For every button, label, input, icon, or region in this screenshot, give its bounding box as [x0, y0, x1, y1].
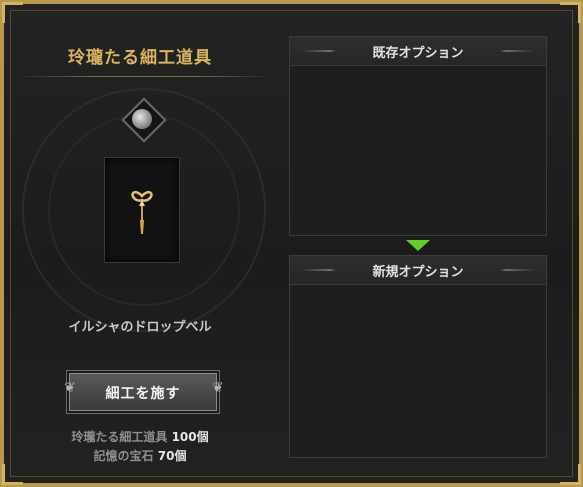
cost-line: 記憶の宝石 70個 — [40, 447, 240, 464]
frame-corner-ornament — [2, 2, 23, 23]
frame-corner-ornament — [560, 464, 581, 485]
item-slot[interactable] — [104, 157, 180, 263]
existing-options-panel: 既存オプション — [289, 36, 547, 236]
cost-line: 玲瓏たる細工道具 100個 — [40, 428, 240, 445]
tool-title: 玲瓏たる細工道具 — [68, 48, 212, 68]
cost-label: 玲瓏たる細工道具 — [71, 430, 168, 444]
memory-gem-icon[interactable] — [132, 109, 152, 129]
panel-header: 既存オプション — [290, 37, 546, 66]
frame-corner-ornament — [2, 464, 23, 485]
drop-bell-icon — [131, 190, 153, 234]
header-ornament-icon — [500, 50, 536, 52]
new-options-panel: 新規オプション — [289, 255, 547, 458]
panel-header: 新規オプション — [290, 256, 546, 285]
button-ornament-right: ❦ — [212, 380, 224, 396]
item-name: イルシャのドロップベル — [68, 320, 212, 335]
cost-value: 100個 — [171, 430, 209, 444]
frame-corner-ornament — [560, 2, 581, 23]
craft-button[interactable]: ❦ 細工を施す ❦ — [64, 373, 224, 411]
arrow-down-icon — [406, 240, 430, 251]
cost-label: 記憶の宝石 — [93, 449, 154, 463]
title-divider — [16, 76, 274, 77]
header-ornament-icon — [500, 269, 536, 271]
cost-value: 70個 — [157, 449, 187, 463]
craft-button-label: 細工を施す — [105, 386, 181, 402]
